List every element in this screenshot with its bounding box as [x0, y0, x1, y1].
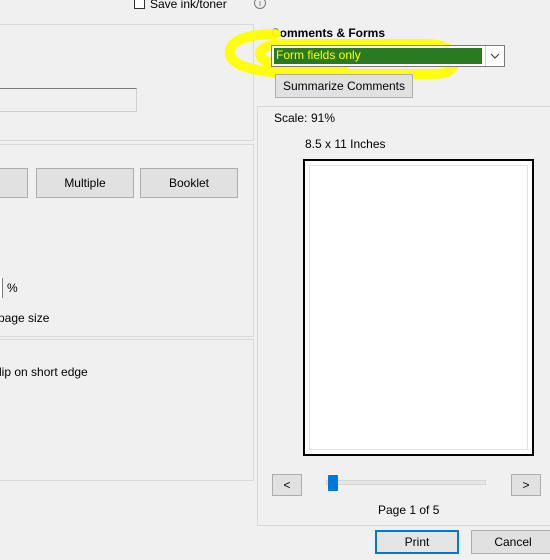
percent-label: % — [7, 281, 18, 295]
previous-page-button[interactable]: < — [272, 474, 302, 496]
page-indicator: Page 1 of 5 — [378, 503, 440, 517]
info-icon[interactable]: i — [254, 0, 266, 9]
scale-value: 91% — [311, 111, 336, 125]
next-page-button[interactable]: > — [511, 474, 541, 496]
save-ink-label: Save ink/toner — [150, 0, 227, 11]
dropdown-selected-value: Form fields only — [274, 48, 482, 64]
booklet-button[interactable]: Booklet — [140, 168, 238, 198]
page-preview-sheet — [310, 166, 527, 449]
comments-forms-dropdown[interactable]: Form fields only — [271, 45, 505, 67]
paper-size-label: 8.5 x 11 Inches — [305, 137, 386, 151]
scale-input[interactable] — [0, 278, 3, 298]
summarize-comments-button[interactable]: Summarize Comments — [275, 74, 413, 98]
size-button[interactable] — [0, 168, 28, 198]
left-panel-top — [0, 24, 254, 141]
print-button[interactable]: Print — [375, 530, 459, 554]
orientation-panel — [0, 339, 254, 481]
page-range-input[interactable] — [0, 88, 137, 112]
page-slider-thumb[interactable] — [328, 475, 338, 491]
flip-short-edge-label: lip on short edge — [0, 365, 88, 379]
page-slider-track[interactable] — [326, 480, 486, 485]
multiple-button[interactable]: Multiple — [36, 168, 134, 198]
scale-label: Scale: — [274, 111, 308, 125]
page-size-label: page size — [0, 311, 50, 325]
page-preview-frame — [303, 159, 534, 456]
cancel-button[interactable]: Cancel — [471, 530, 550, 554]
chevron-down-icon[interactable] — [485, 46, 504, 66]
save-ink-checkbox[interactable] — [134, 0, 145, 9]
